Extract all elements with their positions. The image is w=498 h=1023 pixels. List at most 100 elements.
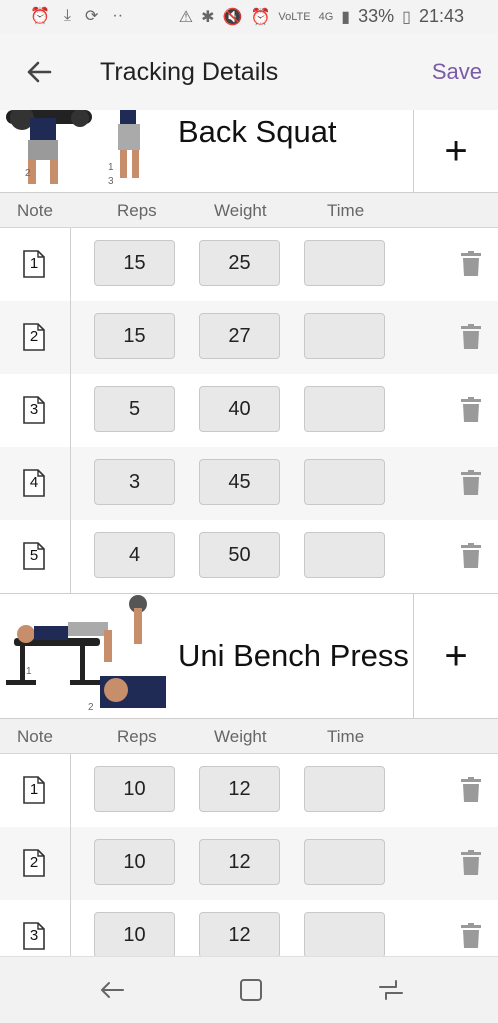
note-number: 3: [29, 927, 39, 944]
note-cell[interactable]: 4: [0, 447, 71, 520]
reps-field[interactable]: 5: [94, 386, 175, 432]
image-label: 1: [108, 162, 114, 173]
reps-field[interactable]: 10: [94, 839, 175, 885]
note-number: 2: [29, 854, 39, 871]
image-label: 1: [26, 666, 32, 677]
nav-back-icon[interactable]: [97, 975, 127, 1005]
trash-icon[interactable]: [460, 850, 482, 876]
column-headers: Note Reps Weight Time: [0, 719, 498, 754]
time-field[interactable]: [304, 839, 385, 885]
note-number: 4: [29, 474, 39, 491]
exercise-image: 1 2: [0, 594, 166, 718]
page-title: Tracking Details: [100, 58, 279, 86]
weight-field[interactable]: 40: [199, 386, 280, 432]
4g-icon: 4G: [318, 10, 334, 23]
weight-field[interactable]: 25: [199, 240, 280, 286]
image-label: 2: [25, 168, 31, 179]
exercise-list[interactable]: 2 1 3 Back Squat + Note Reps Weight Time…: [0, 110, 498, 957]
system-nav-bar: [0, 956, 498, 1023]
alarm-icon: ⏰: [250, 8, 271, 26]
set-row: 4 3 45: [0, 447, 498, 520]
note-cell[interactable]: 2: [0, 827, 71, 900]
weight-field[interactable]: 12: [199, 766, 280, 812]
back-arrow-icon[interactable]: [22, 55, 56, 89]
time-field[interactable]: [304, 313, 385, 359]
weight-field[interactable]: 12: [199, 839, 280, 885]
column-headers: Note Reps Weight Time: [0, 193, 498, 228]
reps-field[interactable]: 15: [94, 240, 175, 286]
set-row: 3 10 12: [0, 900, 498, 957]
exercise-name: Back Squat: [178, 114, 337, 149]
time-field[interactable]: [304, 240, 385, 286]
more-icon: ··: [112, 7, 124, 24]
weight-field[interactable]: 45: [199, 459, 280, 505]
column-note: Note: [17, 727, 53, 746]
set-row: 3 5 40: [0, 374, 498, 447]
set-row: 2 15 27: [0, 301, 498, 374]
reps-field[interactable]: 15: [94, 313, 175, 359]
trash-icon[interactable]: [460, 251, 482, 277]
column-note: Note: [17, 201, 53, 220]
column-weight: Weight: [214, 201, 267, 220]
note-cell[interactable]: 1: [0, 754, 71, 827]
trash-icon[interactable]: [460, 470, 482, 496]
app-bar: Tracking Details Save: [0, 33, 498, 111]
exercise-header: 1 2 Uni Bench Press +: [0, 593, 498, 719]
note-cell[interactable]: 2: [0, 301, 71, 374]
reps-field[interactable]: 10: [94, 912, 175, 957]
reps-field[interactable]: 4: [94, 532, 175, 578]
set-row: 1 15 25: [0, 228, 498, 301]
set-row: 1 10 12: [0, 754, 498, 827]
time-field[interactable]: [304, 532, 385, 578]
battery-icon: ▯: [402, 8, 411, 26]
image-label: 3: [108, 176, 114, 187]
note-number: 3: [29, 401, 39, 418]
download-icon: ⤓: [63, 7, 71, 24]
note-cell[interactable]: 1: [0, 228, 71, 301]
bluetooth-icon: ✱: [201, 8, 215, 26]
column-weight: Weight: [214, 727, 267, 746]
note-number: 1: [29, 781, 39, 798]
add-set-button[interactable]: +: [413, 110, 498, 192]
exercise-image: 2 1 3: [0, 110, 166, 192]
set-row: 5 4 50: [0, 520, 498, 593]
note-number: 1: [29, 255, 39, 272]
set-row: 2 10 12: [0, 827, 498, 900]
time-field[interactable]: [304, 766, 385, 812]
reps-field[interactable]: 3: [94, 459, 175, 505]
reps-field[interactable]: 10: [94, 766, 175, 812]
battery-percent: 33%: [358, 6, 395, 26]
volte-icon: VoLTE: [278, 10, 311, 23]
weight-field[interactable]: 12: [199, 912, 280, 957]
column-time: Time: [327, 727, 365, 746]
time-field[interactable]: [304, 459, 385, 505]
status-bar: ⏰ ⤓ ⟳ ·· ⚠ ✱ 🔇 ⏰ VoLTE 4G ▮ 33% ▯ 21:43: [0, 0, 498, 33]
trash-icon[interactable]: [460, 324, 482, 350]
exercise-name: Uni Bench Press: [178, 638, 409, 673]
weight-field[interactable]: 50: [199, 532, 280, 578]
weight-field[interactable]: 27: [199, 313, 280, 359]
clock: 21:43: [418, 6, 464, 26]
column-reps: Reps: [117, 201, 157, 220]
nav-recents-icon[interactable]: [376, 975, 406, 1005]
exercise-header: 2 1 3 Back Squat +: [0, 110, 498, 193]
column-time: Time: [327, 201, 365, 220]
add-set-button[interactable]: +: [413, 594, 498, 718]
data-saver-icon: ⚠: [178, 8, 194, 26]
note-cell[interactable]: 3: [0, 374, 71, 447]
image-label: 2: [88, 702, 94, 713]
trash-icon[interactable]: [460, 543, 482, 569]
sync-icon: ⟳: [85, 8, 99, 25]
note-cell[interactable]: 3: [0, 900, 71, 957]
note-number: 5: [29, 547, 39, 564]
time-field[interactable]: [304, 386, 385, 432]
trash-icon[interactable]: [460, 923, 482, 949]
mute-icon: 🔇: [222, 8, 243, 26]
trash-icon[interactable]: [460, 777, 482, 803]
trash-icon[interactable]: [460, 397, 482, 423]
nav-home-icon[interactable]: [236, 975, 266, 1005]
alarm-icon: ⏰: [30, 8, 50, 25]
time-field[interactable]: [304, 912, 385, 957]
save-button[interactable]: Save: [432, 59, 482, 85]
note-cell[interactable]: 5: [0, 520, 71, 593]
